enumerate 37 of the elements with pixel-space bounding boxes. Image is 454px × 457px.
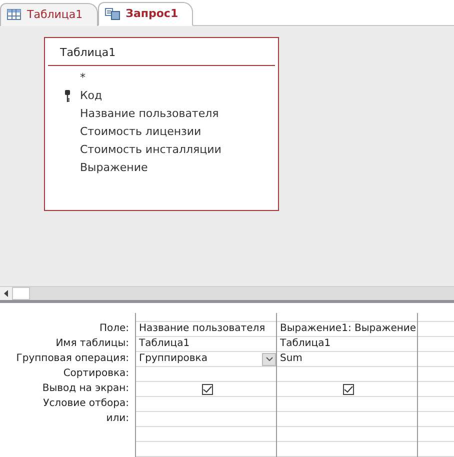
- grid-cell[interactable]: Sum: [277, 352, 417, 367]
- row-label: Групповая операция:: [15, 352, 130, 366]
- total-value: Группировка: [139, 352, 208, 366]
- row-label: Условие отбора:: [42, 397, 130, 411]
- row-label: Имя таблицы:: [54, 337, 130, 351]
- field-list-title: Таблица1: [48, 38, 275, 66]
- key-icon: [65, 90, 70, 102]
- scroll-left-button[interactable]: [0, 286, 12, 300]
- grid-cell[interactable]: Выражение1: Выражение: [277, 322, 417, 337]
- check-icon: [344, 386, 353, 392]
- scroll-thumb[interactable]: [12, 286, 30, 300]
- grid-cell[interactable]: Таблица1: [136, 337, 276, 352]
- grid-cell[interactable]: Таблица1: [277, 337, 417, 352]
- show-checkbox[interactable]: [202, 384, 213, 394]
- row-label: Сортировка:: [62, 367, 130, 381]
- dropdown-button[interactable]: [262, 352, 276, 366]
- row-label: Поле:: [98, 322, 130, 336]
- total-value: Sum: [280, 352, 302, 366]
- query-icon: [104, 8, 120, 20]
- row-label: Вывод на экран:: [41, 382, 130, 396]
- field-name[interactable]: Код: [80, 89, 102, 102]
- row-label: или:: [105, 412, 130, 426]
- document-tab[interactable]: Таблица1: [0, 2, 98, 26]
- left-arrow-icon: [4, 290, 8, 298]
- field-name[interactable]: Стоимость лицензии: [80, 125, 202, 138]
- field-name[interactable]: *: [80, 71, 86, 84]
- field-name[interactable]: Выражение: [80, 161, 148, 174]
- document-tab[interactable]: Запрос1: [98, 2, 194, 26]
- grid-cell[interactable]: Группировка: [136, 352, 276, 367]
- show-checkbox[interactable]: [343, 384, 354, 394]
- table-icon: [7, 9, 21, 20]
- field-name[interactable]: Стоимость инсталляции: [80, 143, 222, 156]
- horizontal-scrollbar[interactable]: [0, 286, 454, 300]
- grid-cell[interactable]: Название пользователя: [136, 322, 276, 337]
- chevron-icon: [266, 357, 272, 361]
- check-icon: [203, 386, 212, 392]
- field-name[interactable]: Название пользователя: [80, 107, 219, 120]
